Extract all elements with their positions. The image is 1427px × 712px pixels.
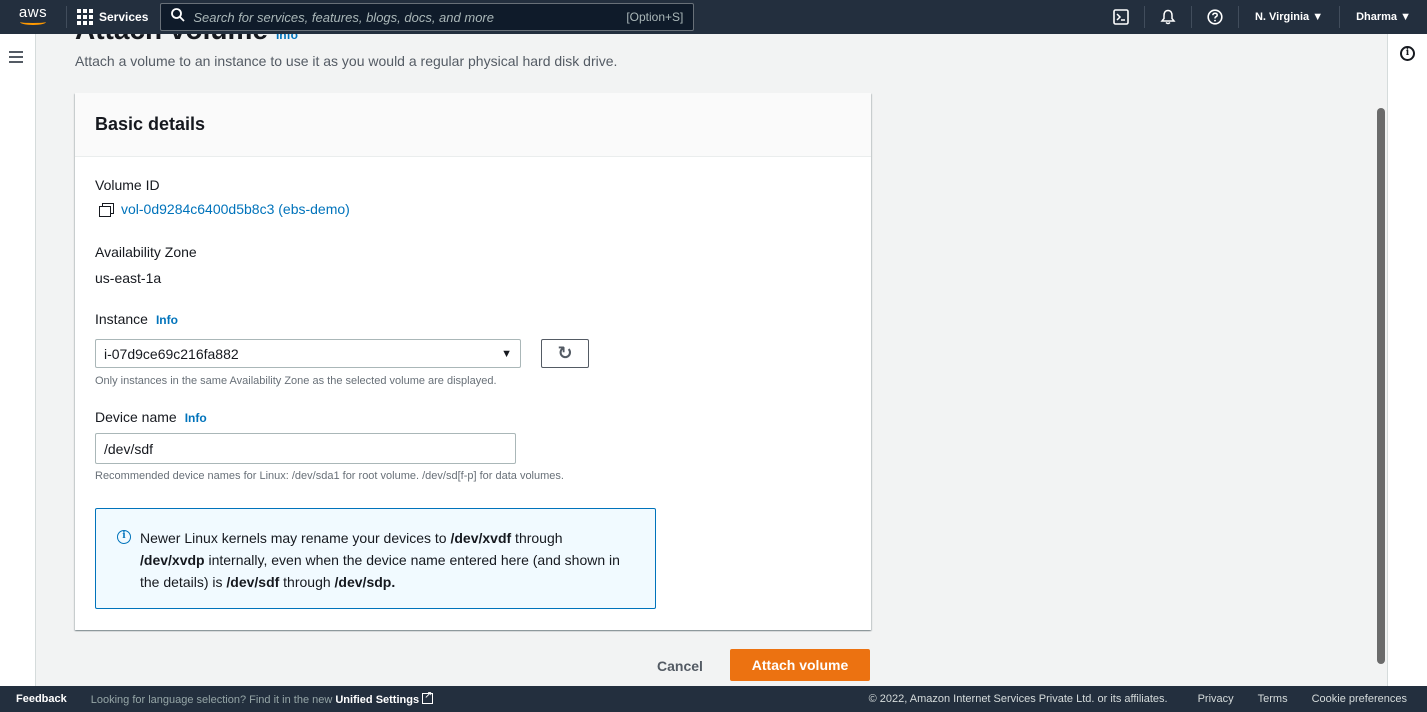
cookie-preferences-link[interactable]: Cookie preferences [1312,693,1407,705]
page-description: Attach a volume to an instance to use it… [75,53,618,69]
instance-info-link[interactable]: Info [156,313,178,327]
search-shortcut: [Option+S] [626,10,684,24]
terms-link[interactable]: Terms [1258,693,1288,705]
aws-smile-icon [20,19,46,25]
search-icon [171,7,186,27]
availability-zone-value: us-east-1a [95,270,162,286]
search-bar[interactable]: [Option+S] [160,3,695,31]
grid-icon [77,9,93,25]
basic-details-container: Basic details Volume ID vol-0d9284c6400d… [75,93,871,630]
external-link-icon [422,690,434,704]
notifications-button[interactable] [1145,0,1191,34]
privacy-link[interactable]: Privacy [1198,693,1234,705]
search-input[interactable] [193,9,627,25]
services-label: Services [99,10,149,24]
copyright: © 2022, Amazon Internet Services Private… [868,693,1168,705]
volume-id-label: Volume ID [95,177,160,193]
unified-settings-link[interactable]: Unified Settings [335,694,419,706]
info-icon: i [117,530,131,544]
card-header: Basic details [75,93,871,157]
caret-down-icon: ▼ [501,347,512,360]
bell-icon [1160,9,1176,25]
instance-label: Instance Info [95,311,178,327]
help-button[interactable] [1192,0,1238,34]
availability-zone-label: Availability Zone [95,244,197,260]
device-name-input[interactable] [95,433,516,464]
menu-icon[interactable] [9,51,23,63]
account-menu[interactable]: Dharma ▼ [1340,11,1427,23]
cloudshell-icon [1113,9,1129,25]
refresh-icon: ↻ [557,343,573,363]
volume-id-link[interactable]: vol-0d9284c6400d5b8c3 (ebs-demo) [99,201,350,217]
copy-icon[interactable] [99,202,114,217]
footer: Feedback Looking for language selection?… [0,686,1427,712]
card-title: Basic details [95,114,206,134]
aws-logo[interactable]: aws [10,0,56,34]
info-alert: i Newer Linux kernels may rename your de… [95,508,656,609]
info-panel-icon[interactable]: i [1400,46,1415,61]
instance-select[interactable]: i-07d9ce69c216fa882 ▼ [95,339,521,368]
region-selector[interactable]: N. Virginia ▼ [1239,11,1339,23]
attach-volume-button[interactable]: Attach volume [730,649,870,681]
volume-id-value[interactable]: vol-0d9284c6400d5b8c3 (ebs-demo) [121,201,350,217]
tools-panel-collapsed: i [1387,34,1427,686]
device-name-hint: Recommended device names for Linux: /dev… [95,470,564,482]
side-navigation-collapsed [0,34,36,686]
device-name-info-link[interactable]: Info [185,411,207,425]
feedback-link[interactable]: Feedback [16,693,67,705]
device-name-label: Device name Info [95,409,207,425]
top-navigation: aws Services [Option+S] N. Virginia ▼ Dh… [0,0,1427,34]
refresh-instances-button[interactable]: ↻ [541,339,589,368]
language-notice: Looking for language selection? Find it … [91,690,434,706]
services-menu-button[interactable]: Services [77,9,148,25]
instance-select-value: i-07d9ce69c216fa882 [104,345,239,362]
instance-hint: Only instances in the same Availability … [95,375,497,387]
help-icon [1207,9,1223,25]
cancel-button[interactable]: Cancel [643,650,717,681]
cloudshell-button[interactable] [1098,0,1144,34]
divider [66,6,67,28]
scrollbar[interactable] [1377,108,1385,664]
